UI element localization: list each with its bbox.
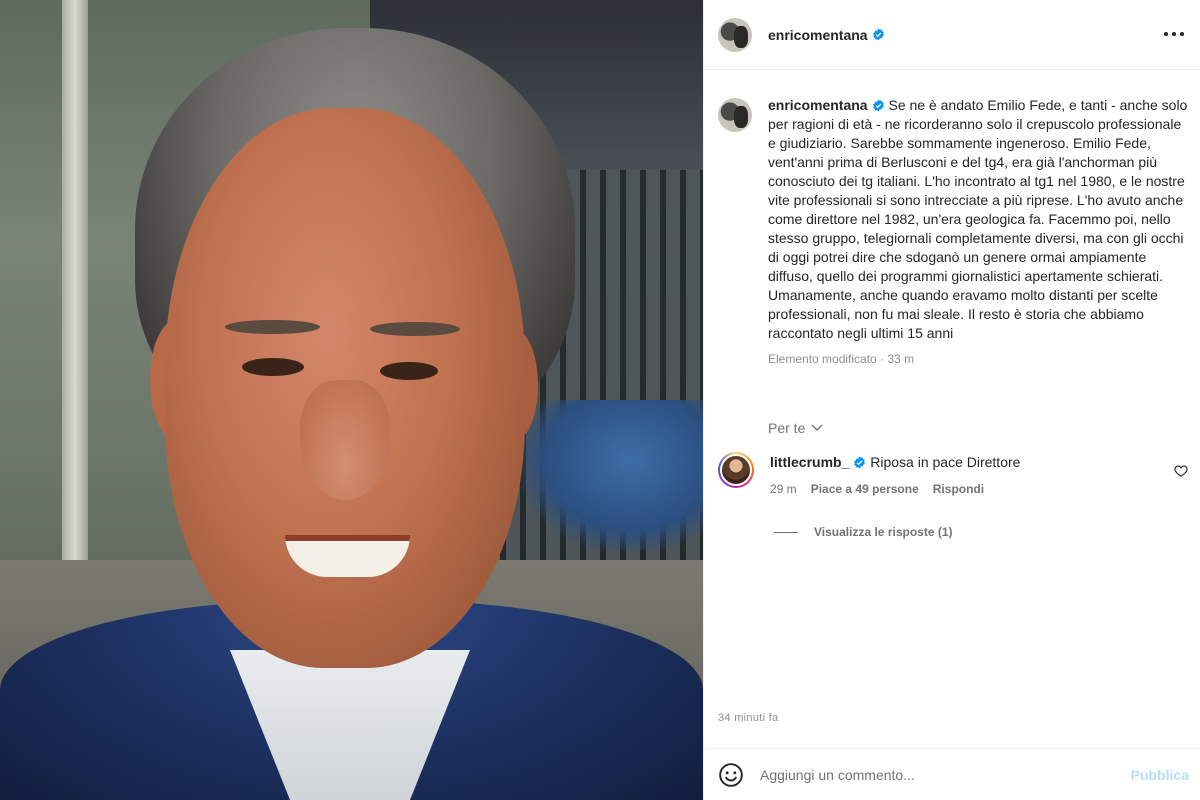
comment-item: littlecrumb_ Riposa in pace Direttore 29… [718,452,1188,496]
publish-button[interactable]: Pubblica [1131,767,1189,783]
comment-input[interactable] [760,766,1131,783]
eyebrow-right [370,322,460,336]
eye-left [242,358,304,376]
view-replies-button[interactable]: Visualizza le risposte (1) [774,525,953,539]
verified-badge-icon [854,456,866,469]
comment-time: 29 m [770,482,797,496]
comment-body: littlecrumb_ Riposa in pace Direttore 29… [770,452,1150,496]
caption-meta: Elemento modificato · 33 m [768,352,915,366]
comment-likes-link[interactable]: Piace a 49 persone [811,482,919,496]
commenter-username[interactable]: littlecrumb_ [770,454,849,470]
comment-composer: Pubblica [704,748,1200,800]
post-photo [0,0,703,800]
portrait-man [0,0,703,800]
heart-icon[interactable] [1174,464,1188,478]
caption-body: enricomentana Se ne è andato Emilio Fede… [768,96,1188,369]
comment-meta: 29 m Piace a 49 persone Rispondi [770,482,1150,496]
caption-text: Se ne è andato Emilio Fede, e tanti - an… [768,97,1188,341]
nose [300,380,390,500]
caption-author-username[interactable]: enricomentana [768,97,868,113]
verified-badge-icon [872,28,884,41]
author-avatar[interactable] [718,17,752,52]
post-details-panel: enricomentana enricomentana Se ne è anda… [703,0,1200,800]
sort-label: Per te [768,420,806,436]
sort-comments-dropdown[interactable]: Per te [768,420,823,436]
eyebrow-left [225,320,320,334]
emoji-icon[interactable] [718,762,744,788]
verified-badge-icon [872,99,884,112]
author-username[interactable]: enricomentana [768,27,868,43]
caption-author-avatar[interactable] [718,98,752,132]
comment-text: Riposa in pace Direttore [870,454,1021,470]
post-timestamp: 34 minuti fa [718,712,779,724]
replies-divider [774,531,798,533]
eye-right [380,362,438,380]
view-replies-label: Visualizza le risposte (1) [814,525,953,539]
more-options-icon[interactable] [1163,24,1185,44]
commenter-avatar[interactable] [718,452,754,488]
chevron-down-icon [811,424,823,431]
post-header: enricomentana [704,0,1200,70]
post-caption: enricomentana Se ne è andato Emilio Fede… [718,96,1188,369]
reply-button[interactable]: Rispondi [933,482,984,496]
